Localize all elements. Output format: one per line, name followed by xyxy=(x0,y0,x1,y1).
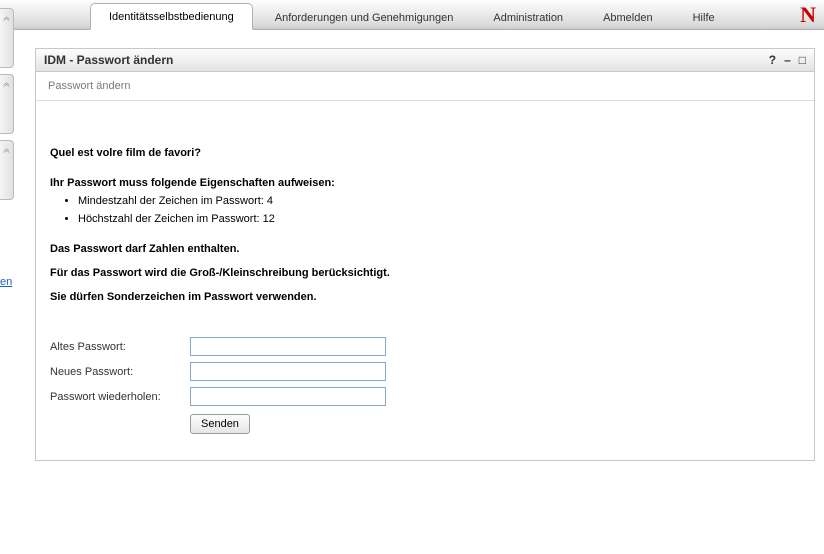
rules-list: Mindestzahl der Zeichen im Passwort: 4 H… xyxy=(78,195,800,225)
sidebar-handle-3[interactable]: ︽ xyxy=(0,140,14,200)
tab-administration[interactable]: Administration xyxy=(475,5,581,30)
sidebar-handle-1[interactable]: ︽ xyxy=(0,8,14,68)
rule-numbers-allowed: Das Passwort darf Zahlen enthalten. xyxy=(50,243,800,255)
repeat-password-label: Passwort wiederholen: xyxy=(50,391,190,403)
new-password-label: Neues Passwort: xyxy=(50,366,190,378)
old-password-input[interactable] xyxy=(190,337,386,356)
password-form: Altes Passwort: Neues Passwort: Passwort… xyxy=(50,337,800,434)
old-password-label: Altes Passwort: xyxy=(50,341,190,353)
rule-case-sensitive: Für das Passwort wird die Groß-/Kleinsch… xyxy=(50,267,800,279)
panel-title-text: IDM - Passwort ändern xyxy=(44,53,173,67)
top-tab-bar: Identitätsselbstbedienung Anforderungen … xyxy=(0,0,824,30)
rule-item: Mindestzahl der Zeichen im Passwort: 4 xyxy=(78,195,800,207)
tab-help[interactable]: Hilfe xyxy=(675,5,733,30)
change-password-panel: IDM - Passwort ändern ? – □ Passwort änd… xyxy=(35,48,815,461)
tab-requests-approvals[interactable]: Anforderungen und Genehmigungen xyxy=(257,5,472,30)
panel-subtitle: Passwort ändern xyxy=(36,72,814,101)
help-icon[interactable]: ? xyxy=(769,53,776,67)
chevron-up-icon: ︽ xyxy=(3,145,11,155)
tab-identity-self-service[interactable]: Identitätsselbstbedienung xyxy=(90,3,253,30)
panel-body: Quel est volre film de favori? Ihr Passw… xyxy=(36,101,814,460)
novell-logo: N xyxy=(800,2,816,28)
rule-item: Höchstzahl der Zeichen im Passwort: 12 xyxy=(78,213,800,225)
repeat-password-input[interactable] xyxy=(190,387,386,406)
truncated-link[interactable]: en xyxy=(0,276,12,288)
rules-heading: Ihr Passwort muss folgende Eigenschaften… xyxy=(50,177,800,189)
submit-button[interactable]: Senden xyxy=(190,414,250,434)
rule-special-chars: Sie dürfen Sonderzeichen im Passwort ver… xyxy=(50,291,800,303)
maximize-icon[interactable]: □ xyxy=(799,53,806,67)
collapsed-sidebar-handles: ︽ ︽ ︽ xyxy=(0,8,18,206)
challenge-question: Quel est volre film de favori? xyxy=(50,147,800,159)
minimize-icon[interactable]: – xyxy=(784,53,791,67)
panel-titlebar: IDM - Passwort ändern ? – □ xyxy=(36,49,814,72)
new-password-input[interactable] xyxy=(190,362,386,381)
tab-logout[interactable]: Abmelden xyxy=(585,5,671,30)
sidebar-handle-2[interactable]: ︽ xyxy=(0,74,14,134)
chevron-up-icon: ︽ xyxy=(3,79,11,89)
chevron-up-icon: ︽ xyxy=(3,13,11,23)
